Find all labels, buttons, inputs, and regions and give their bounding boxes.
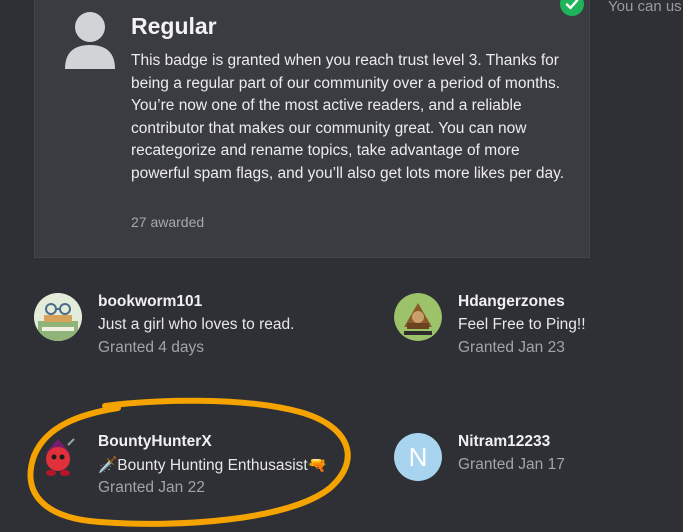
granted-user-card[interactable]: BountyHunterX 🗡️Bounty Hunting Enthusasi…	[34, 433, 334, 503]
user-bio: Just a girl who loves to read.	[98, 316, 295, 333]
hdangerzones-avatar-icon	[394, 293, 442, 341]
user-bio: 🗡️Bounty Hunting Enthusasist🔫	[98, 457, 328, 474]
avatar[interactable]	[34, 293, 82, 341]
avatar[interactable]: N	[394, 433, 442, 481]
bookworm-avatar-icon	[34, 293, 82, 341]
avatar[interactable]	[34, 433, 82, 481]
badge-title: Regular	[131, 13, 217, 39]
granted-date[interactable]: Granted Jan 17	[458, 456, 565, 474]
bountyhunter-avatar-icon	[34, 433, 82, 481]
granted-date[interactable]: Granted Jan 23	[458, 339, 565, 357]
badge-card: Regular This badge is granted when you r…	[34, 0, 590, 258]
user-bio: Feel Free to Ping!!	[458, 316, 586, 333]
avatar[interactable]	[394, 293, 442, 341]
sidebar-partial-text: You can us	[608, 0, 682, 15]
username[interactable]: bookworm101	[98, 293, 202, 311]
avatar-letter: N	[408, 441, 428, 472]
user-icon	[65, 12, 115, 69]
username[interactable]: BountyHunterX	[98, 433, 212, 451]
badge-awarded-count[interactable]: 27 awarded	[131, 214, 204, 230]
granted-user-card[interactable]: bookworm101 Just a girl who loves to rea…	[34, 293, 334, 363]
granted-user-card[interactable]: N Nitram12233 Granted Jan 17	[394, 433, 683, 503]
granted-date[interactable]: Granted Jan 22	[98, 479, 205, 497]
badge-description: This badge is granted when you reach tru…	[131, 52, 565, 182]
username[interactable]: Hdangerzones	[458, 293, 565, 311]
granted-user-card[interactable]: Hdangerzones Feel Free to Ping!! Granted…	[394, 293, 683, 363]
username[interactable]: Nitram12233	[458, 433, 550, 451]
granted-date[interactable]: Granted 4 days	[98, 339, 204, 357]
